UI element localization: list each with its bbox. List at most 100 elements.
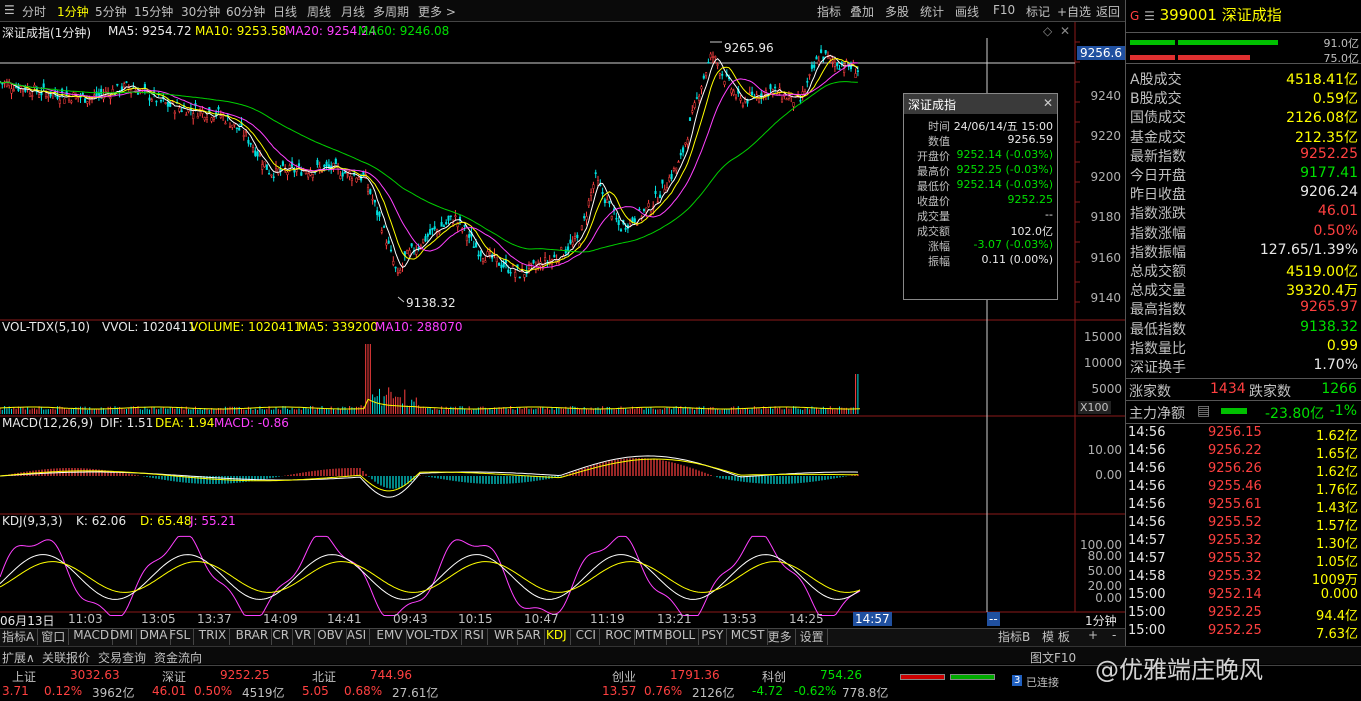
indicator-tab[interactable]: BRAR <box>236 628 273 645</box>
indicator-tab[interactable]: CR <box>272 628 294 645</box>
indicator-tab[interactable]: ASI <box>347 628 371 645</box>
indicator-tab[interactable]: WR <box>494 628 519 645</box>
indicator-tab[interactable]: CCI <box>576 628 600 645</box>
zoom-in-button[interactable]: + <box>1088 628 1098 645</box>
market-name[interactable]: 科创 <box>762 668 786 685</box>
candle-body <box>479 251 482 257</box>
candle-body <box>465 235 468 242</box>
low-annotation: 9138.32 <box>406 296 456 310</box>
mark-button[interactable]: 标记 <box>1026 3 1050 20</box>
indicator-tab[interactable]: DMI <box>110 628 138 645</box>
candle-body <box>256 151 259 157</box>
candle-body <box>33 84 36 88</box>
tab-period-9[interactable]: 多周期 <box>373 3 409 20</box>
multi-stock-button[interactable]: 多股 <box>885 3 909 20</box>
candle-body <box>93 94 96 97</box>
kdj-series <box>0 535 861 616</box>
overlay-button[interactable]: 叠加 <box>850 3 874 20</box>
tab-period-5[interactable]: 60分钟 <box>226 3 265 20</box>
tab-period-4[interactable]: 30分钟 <box>181 3 220 20</box>
tab-period-1[interactable]: 1分钟 <box>57 3 89 20</box>
draw-line-button[interactable]: 画线 <box>955 3 979 20</box>
capital-flow-tab[interactable]: 资金流向 <box>154 649 202 666</box>
tick-row: 15:00 9252.25 7.63亿 <box>1128 623 1360 642</box>
indicator-tab[interactable]: 设置 <box>800 628 828 645</box>
f10-button[interactable]: F10 <box>993 3 1015 17</box>
candle-body <box>433 226 436 230</box>
tab-period-0[interactable]: 分时 <box>22 3 46 20</box>
market-name[interactable]: 北证 <box>312 668 336 685</box>
candle-body <box>288 165 291 171</box>
indicator-tab[interactable]: 更多 <box>768 628 796 645</box>
indicator-tab[interactable]: EMV <box>376 628 407 645</box>
indicator-tab[interactable]: VR <box>295 628 316 645</box>
back-button[interactable]: 返回 <box>1096 3 1120 20</box>
menu-icon[interactable]: ☰ <box>4 3 15 17</box>
tab-period-7[interactable]: 周线 <box>307 3 331 20</box>
candle-body <box>463 225 466 227</box>
stat-label: 指数量比 <box>1130 340 1186 357</box>
buy-strength-bar <box>1178 40 1278 45</box>
expand-tab[interactable]: 扩展∧ <box>2 649 35 666</box>
candle-body <box>343 172 347 174</box>
market-name[interactable]: 创业 <box>612 668 636 685</box>
tick-volume: 7.63亿 <box>1316 627 1358 642</box>
indicator-tab[interactable]: RSI <box>464 628 488 645</box>
stat-row: 总成交额 4519.00亿 <box>1130 261 1360 280</box>
candle-body <box>272 176 275 179</box>
tab-period-2[interactable]: 5分钟 <box>95 3 127 20</box>
indicator-tab[interactable]: BOLL <box>664 628 700 645</box>
price-axis-label: 9240 <box>1090 89 1121 103</box>
tab-period-10[interactable]: 更多 > <box>418 3 456 20</box>
indicator-tab[interactable]: KDJ <box>546 628 571 645</box>
candle-body <box>1 82 4 85</box>
tab-period-8[interactable]: 月线 <box>341 3 365 20</box>
indicator-tab[interactable]: DMA <box>140 628 172 645</box>
indicator-tab[interactable]: MACD <box>73 628 114 645</box>
candle-body <box>178 107 181 112</box>
indicator-tab[interactable]: SAR <box>516 628 545 645</box>
popup-close-icon[interactable]: ✕ <box>1043 96 1053 110</box>
indicator-tab[interactable]: OBV <box>317 628 347 645</box>
candle-body <box>656 201 659 203</box>
trade-query-tab[interactable]: 交易查询 <box>98 649 146 666</box>
market-name[interactable]: 深证 <box>162 668 186 685</box>
indicator-tab[interactable]: PSY <box>701 628 728 645</box>
stats-button[interactable]: 统计 <box>920 3 944 20</box>
indicator-tab[interactable]: ROC <box>605 628 636 645</box>
indicator-tab[interactable]: MCST <box>731 628 769 645</box>
figure-f10-tab[interactable]: 图文F10 <box>1030 649 1076 666</box>
tab-period-6[interactable]: 日线 <box>273 3 297 20</box>
candle-body <box>81 92 84 95</box>
candle-body <box>274 165 278 169</box>
indicator-b-tab[interactable]: 指标B <box>998 628 1030 645</box>
candle-body <box>774 86 777 89</box>
add-watchlist-button[interactable]: +自选 <box>1057 3 1091 20</box>
list-icon[interactable]: ☰ <box>1144 9 1155 23</box>
vol-header: VOL-TDX(5,10) VVOL: 1020411 VOLUME: 1020… <box>0 320 1075 335</box>
template-tab[interactable]: 模 板 <box>1042 628 1070 645</box>
tick-time: 14:56 <box>1128 461 1166 476</box>
candle-body <box>373 199 376 203</box>
indicator-tab[interactable]: 指标A <box>2 628 39 645</box>
stat-row: 深证换手 1.70% <box>1130 357 1360 376</box>
tick-time: 15:00 <box>1128 623 1166 638</box>
candle-body <box>235 127 238 129</box>
zoom-out-button[interactable]: - <box>1112 628 1116 645</box>
market-name[interactable]: 上证 <box>12 668 36 685</box>
indicator-tab[interactable]: FSL <box>169 628 195 645</box>
candle-body <box>125 81 128 83</box>
main-flow-value: -23.80亿 <box>1265 406 1325 422</box>
indicator-tab[interactable]: VOL-TDX <box>406 628 462 645</box>
indicator-tab[interactable]: 窗口 <box>41 628 70 645</box>
indicator-tab[interactable]: TRIX <box>199 628 231 645</box>
related-quotes-tab[interactable]: 关联报价 <box>42 649 90 666</box>
candle-body <box>498 262 501 266</box>
candle-body <box>677 161 680 163</box>
indicator-tab[interactable]: MTM <box>635 628 667 645</box>
tab-period-3[interactable]: 15分钟 <box>134 3 173 20</box>
flow-detail-icon[interactable]: ▤ <box>1197 403 1210 419</box>
candle-body <box>231 124 234 128</box>
indicator-button[interactable]: 指标 <box>817 3 841 20</box>
candle-body <box>682 147 685 153</box>
